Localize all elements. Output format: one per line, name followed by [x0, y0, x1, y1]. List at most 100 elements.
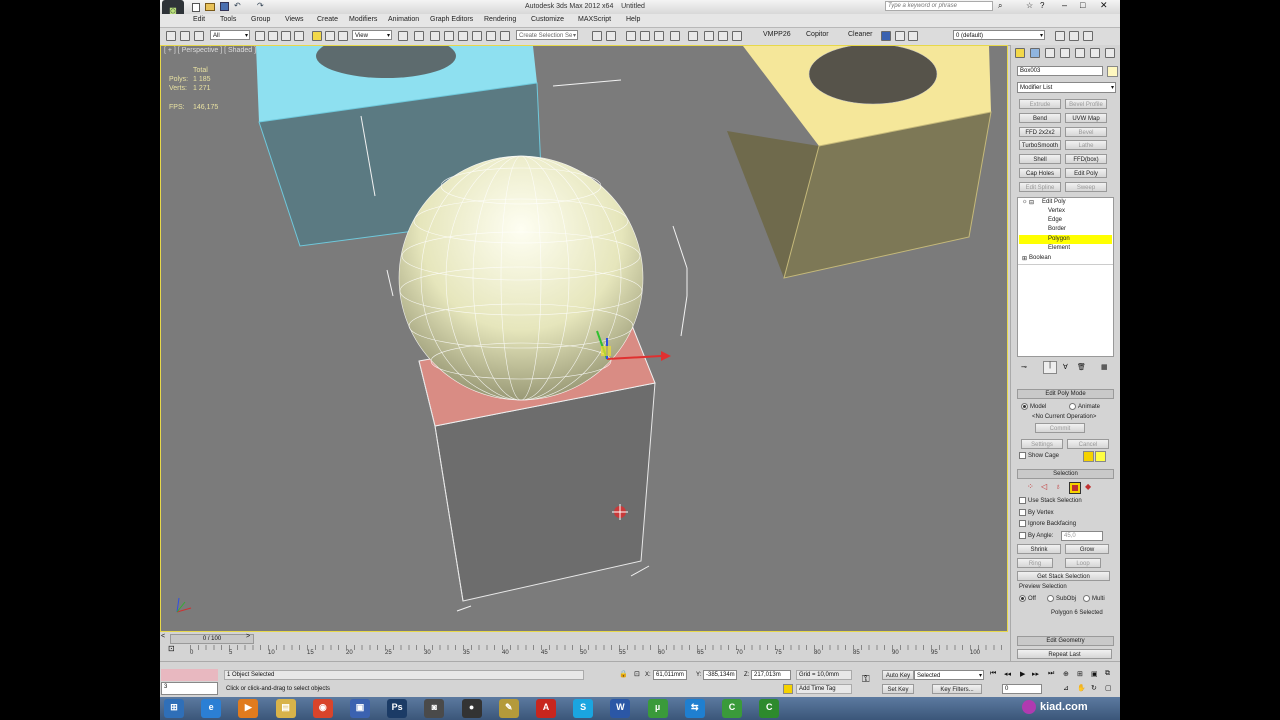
- maximize-icon[interactable]: □: [1080, 0, 1085, 10]
- key-icon[interactable]: ⚿: [862, 674, 870, 685]
- stack-expand-boolean-icon[interactable]: ⊞: [1022, 255, 1027, 262]
- layer-manager-icon[interactable]: [626, 31, 636, 41]
- current-frame-field[interactable]: 0: [1002, 684, 1042, 694]
- render-production-icon[interactable]: [732, 31, 742, 41]
- field-of-view-icon[interactable]: ⊿: [1063, 684, 1069, 692]
- angle-snap-icon[interactable]: [458, 31, 468, 41]
- modifier-button-bevel[interactable]: Bevel: [1065, 126, 1107, 137]
- layer-freeze-icon[interactable]: [908, 31, 918, 41]
- show-end-result-icon[interactable]: |: [1043, 361, 1057, 374]
- get-stack-selection-button[interactable]: Get Stack Selection: [1017, 571, 1110, 581]
- zoom-extents-icon[interactable]: ▣: [1091, 670, 1098, 678]
- redo-icon[interactable]: [180, 31, 190, 41]
- menu-help[interactable]: Help: [626, 16, 640, 23]
- grow-button[interactable]: Grow: [1065, 544, 1109, 554]
- qat-undo-icon[interactable]: ↶: [234, 1, 241, 10]
- element-mode-icon[interactable]: ◆: [1085, 482, 1091, 491]
- edge-mode-icon[interactable]: ◁: [1041, 482, 1047, 491]
- maximize-viewport-icon[interactable]: ⧉: [1105, 670, 1110, 678]
- viewport-label[interactable]: [ + ] [ Perspective ] [ Shaded ]: [164, 47, 256, 54]
- taskbar-save-icon[interactable]: ▣: [350, 699, 370, 718]
- zoom-all-icon[interactable]: ⊞: [1077, 670, 1083, 678]
- taskbar-teamviewer-icon[interactable]: ⇆: [684, 699, 705, 718]
- align-icon[interactable]: [606, 31, 616, 41]
- snaps-toggle-icon[interactable]: [444, 31, 454, 41]
- qat-open-icon[interactable]: [205, 3, 215, 11]
- mirror-icon[interactable]: [592, 31, 602, 41]
- time-tag-icon[interactable]: [783, 684, 793, 694]
- modifier-button-edit-poly[interactable]: Edit Poly: [1065, 168, 1107, 178]
- modifier-button-turbosmooth[interactable]: TurboSmooth: [1019, 140, 1061, 151]
- taskbar-camera-icon[interactable]: ●: [461, 699, 482, 718]
- edit-geometry-rollout[interactable]: Edit Geometry: [1017, 636, 1114, 646]
- menu-group[interactable]: Group: [251, 16, 270, 23]
- border-mode-icon[interactable]: ♁: [1055, 482, 1061, 491]
- search-input[interactable]: Type a keyword or phrase: [885, 1, 993, 11]
- minimize-icon[interactable]: –: [1062, 0, 1067, 10]
- modifier-button-edit-spline[interactable]: Edit Spline: [1019, 181, 1061, 192]
- stack-lightbulb-icon[interactable]: ☼: [1022, 199, 1028, 205]
- vmpp26-button[interactable]: VMPP26: [763, 31, 791, 38]
- maxscript-listener-pink[interactable]: [161, 669, 218, 681]
- material-editor-icon[interactable]: [688, 31, 698, 41]
- time-slider[interactable]: 0 / 100: [170, 634, 254, 644]
- menu-animation[interactable]: Animation: [388, 16, 419, 23]
- set-key-button[interactable]: Set Key: [882, 684, 914, 694]
- goto-start-icon[interactable]: ⏮: [990, 670, 996, 678]
- cleaner-button[interactable]: Cleaner: [848, 31, 873, 38]
- layer-visible-icon[interactable]: [895, 31, 905, 41]
- taskbar-utorrent-icon[interactable]: µ: [647, 699, 668, 718]
- remove-modifier-icon[interactable]: 🗑: [1077, 363, 1086, 371]
- taskbar-tool-icon[interactable]: ✎: [498, 699, 519, 718]
- undo-icon[interactable]: [166, 31, 176, 41]
- ring-button[interactable]: Ring: [1017, 558, 1053, 568]
- stack-sub-polygon[interactable]: Polygon: [1048, 236, 1070, 242]
- modifier-button-ffd-box-[interactable]: FFD(box): [1065, 154, 1107, 165]
- link-icon[interactable]: [194, 31, 204, 41]
- keyboard-shortcut-icon[interactable]: [430, 31, 440, 41]
- modifier-button-sweep[interactable]: Sweep: [1065, 181, 1107, 192]
- select-in-layer-icon[interactable]: [1083, 31, 1093, 41]
- absolute-mode-icon[interactable]: ⊡: [634, 670, 640, 678]
- shrink-button[interactable]: Shrink: [1017, 544, 1061, 554]
- cage-color-swatch[interactable]: [1083, 451, 1094, 462]
- window-crossing-icon[interactable]: [294, 31, 304, 41]
- perspective-viewport[interactable]: [ + ] [ Perspective ] [ Shaded ] Total P…: [160, 45, 1008, 632]
- menu-edit[interactable]: Edit: [193, 16, 205, 23]
- rectangular-selection-icon[interactable]: [281, 31, 291, 41]
- add-time-tag-button[interactable]: Add Time Tag: [796, 684, 852, 694]
- settings-button[interactable]: Settings: [1021, 439, 1063, 449]
- pivot-center-icon[interactable]: [398, 31, 408, 41]
- preview-off-radio[interactable]: Off: [1019, 595, 1036, 602]
- x-coordinate-field[interactable]: 61,011mm: [653, 670, 687, 680]
- modifier-button-bend[interactable]: Bend: [1019, 112, 1061, 123]
- taskbar-word-icon[interactable]: W: [610, 699, 631, 718]
- qat-new-icon[interactable]: [192, 3, 200, 12]
- taskbar-3dsmax-icon[interactable]: ◙: [424, 699, 445, 718]
- time-slider-next-icon[interactable]: >: [246, 633, 250, 640]
- repeat-last-button[interactable]: Repeat Last: [1017, 649, 1112, 659]
- select-object-icon[interactable]: [255, 31, 265, 41]
- y-coordinate-field[interactable]: -385,134m: [703, 670, 737, 680]
- modifier-button-uvw-map[interactable]: UVW Map: [1065, 112, 1107, 123]
- preview-multi-radio[interactable]: Multi: [1083, 595, 1105, 602]
- taskbar-media-player-icon[interactable]: ▶: [238, 699, 259, 718]
- lock-selection-icon[interactable]: 🔒: [619, 670, 628, 678]
- stack-item-boolean[interactable]: Boolean: [1029, 255, 1051, 261]
- stack-item-edit-poly[interactable]: Edit Poly: [1042, 199, 1066, 205]
- menu-customize[interactable]: Customize: [531, 16, 564, 23]
- loop-button[interactable]: Loop: [1065, 558, 1101, 568]
- ignore-backfacing-checkbox[interactable]: Ignore Backfacing: [1019, 520, 1076, 527]
- key-selection-dropdown[interactable]: Selected: [914, 670, 984, 681]
- close-icon[interactable]: ✕: [1100, 0, 1108, 11]
- search-icon[interactable]: ⌕: [998, 1, 1002, 11]
- goto-end-icon[interactable]: ⏭: [1048, 670, 1054, 678]
- select-and-rotate-icon[interactable]: [325, 31, 335, 41]
- taskbar-acrobat-icon[interactable]: A: [536, 699, 556, 718]
- selection-rollout[interactable]: Selection: [1017, 469, 1114, 479]
- layer-icon[interactable]: [881, 31, 891, 41]
- configure-sets-icon[interactable]: ▦: [1101, 363, 1108, 371]
- schematic-view-icon[interactable]: [670, 31, 680, 41]
- qat-redo-icon[interactable]: ↷: [257, 1, 264, 10]
- copitor-button[interactable]: Copitor: [806, 31, 829, 38]
